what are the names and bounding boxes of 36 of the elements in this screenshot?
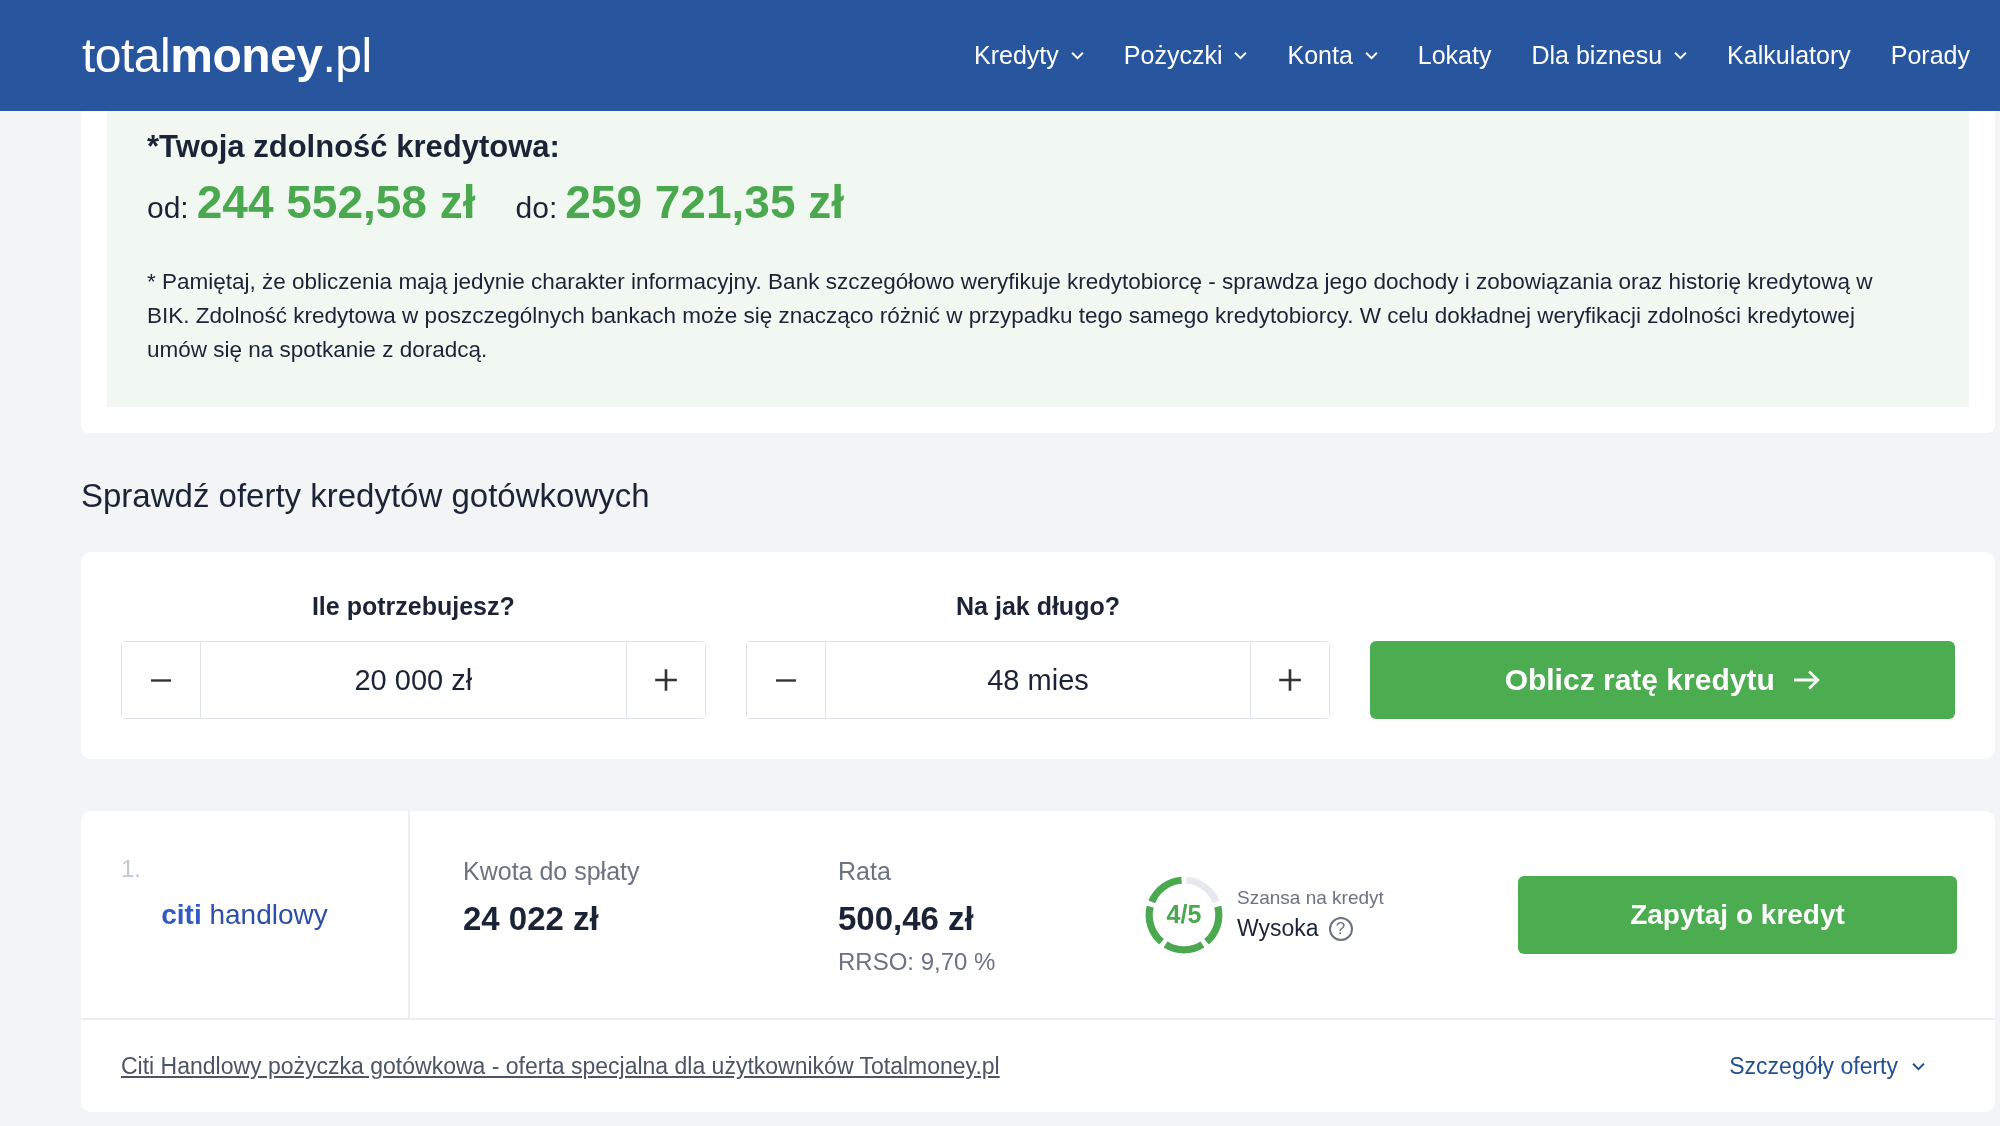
- from-amount: 244 552,58 zł: [196, 175, 476, 229]
- minus-icon: [148, 678, 174, 682]
- nav-link[interactable]: Porady: [1890, 41, 1970, 70]
- score-text: 4/5: [1165, 899, 1203, 929]
- nav-link[interactable]: Dla biznesu: [1531, 41, 1688, 70]
- arrow-right-icon: [1792, 669, 1821, 691]
- nav-link[interactable]: Kredyty: [974, 41, 1084, 70]
- nav-link[interactable]: Konta: [1287, 41, 1378, 70]
- to-amount: 259 721,35 zł: [565, 175, 845, 229]
- disclaimer-text: * Pamiętaj, że obliczenia mają jedynie charakter informacyjny. Bank szczegółowo weryfikuje kredytobiorcę - sprawdza jego dochody i zobowiązania oraz historię kredytową w BIK. Zdolność kredytowa w poszczególnych bankach może się znacząco różnić w przypadku tego samego kredytobiorcy. W celu dokładnej weryfikacji zdolności kredytowej umów się na spotkanie z doradcą.: [147, 268, 1874, 364]
- nav-link[interactable]: Lokaty: [1417, 41, 1492, 70]
- nav-link[interactable]: Kalkulatory: [1727, 41, 1851, 70]
- chance-label: Szansa na kredyt: [1237, 887, 1384, 909]
- rank-number: 1.: [121, 855, 141, 883]
- nav-link[interactable]: Pożyczki: [1123, 41, 1248, 70]
- stat-value: 500,46 zł: [838, 900, 975, 938]
- value-input[interactable]: 20 000 zł: [200, 642, 627, 718]
- rrso-text: RRSO: 9,70 %: [838, 948, 997, 976]
- chance-value: Wysoka: [1237, 915, 1319, 942]
- chevron-down-icon: [1912, 1061, 1925, 1071]
- help-icon[interactable]: ?: [1328, 916, 1353, 941]
- section-heading: Sprawdź oferty kredytów gotówkowych: [81, 477, 651, 516]
- capacity-title: *Twoja zdolność kredytowa:: [147, 129, 561, 165]
- bank-logo: citi handlowy: [161, 898, 328, 931]
- field-label: Na jak długo?: [955, 592, 1121, 621]
- field-label: Ile potrzebujesz?: [310, 592, 516, 621]
- site-logo[interactable]: totalmoney.pl: [82, 28, 372, 83]
- from-label: od:: [147, 191, 189, 225]
- stat-value: 24 022 zł: [463, 900, 600, 938]
- plus-icon: [1277, 667, 1304, 693]
- plus-icon: [652, 667, 679, 693]
- stat-label: Rata: [838, 857, 892, 886]
- details-toggle[interactable]: Szczegóły oferty: [1729, 1052, 1925, 1080]
- to-label: do:: [515, 191, 558, 225]
- offer-link[interactable]: Citi Handlowy pożyczka gotówkowa - oferta specjalna dla użytkowników Totalmoney.pl: [121, 1052, 1000, 1080]
- stat-label: Kwota do spłaty: [463, 857, 641, 886]
